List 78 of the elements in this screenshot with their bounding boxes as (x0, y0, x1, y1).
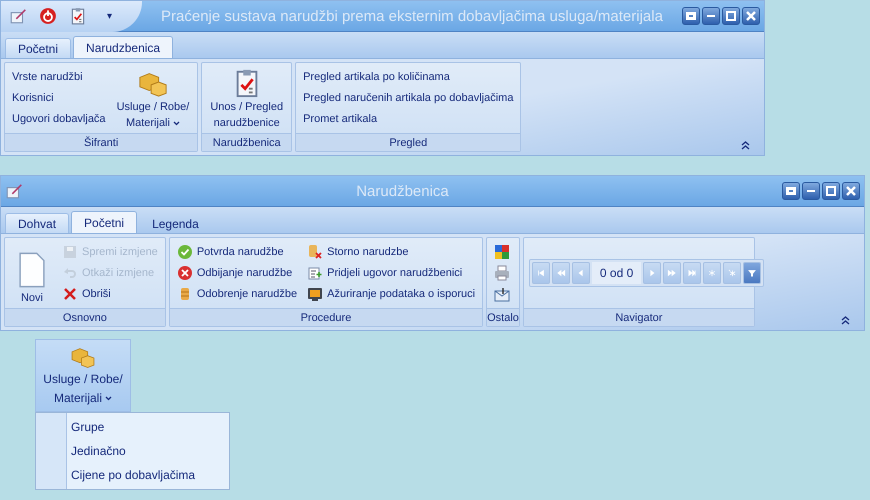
menu-item[interactable]: Jedinačno (36, 439, 229, 463)
group-label: Pregled (296, 133, 520, 151)
ribbon-tab[interactable]: Početni (5, 38, 72, 58)
last-icon (687, 268, 698, 278)
window-control-button[interactable] (702, 7, 720, 25)
pencil-document-icon (9, 7, 27, 25)
ribbon-item[interactable]: Storno narudzbe (305, 244, 478, 260)
ribbon-item[interactable]: Odobrenje narudžbe (174, 286, 300, 302)
maximize-icon (726, 11, 736, 21)
ribbon-tab[interactable]: Legenda (139, 213, 212, 233)
clipboard-icon (69, 7, 87, 25)
ribbon-large-button[interactable]: Usluge / Robe/ Materijali (35, 339, 131, 412)
window-control-button[interactable] (842, 182, 860, 200)
group-label: Narudžbenica (202, 133, 292, 151)
ribbon-item[interactable]: Odbijanje narudžbe (174, 264, 300, 281)
window-control-button[interactable] (822, 182, 840, 200)
minimize-icon (807, 190, 815, 192)
window-title: Praćenje sustava narudžbi prema eksternim dobavljačima usluga/materijala (160, 8, 664, 24)
asterisk-icon (707, 268, 718, 278)
ribbon-tab[interactable]: Dohvat (5, 213, 70, 233)
envelope-attachment-icon (494, 286, 510, 302)
group-label: Šifranti (5, 133, 198, 151)
cancel-circle-icon (176, 264, 193, 281)
window-title: Narudžbenica (355, 182, 450, 200)
collapse-icon[interactable] (741, 141, 750, 150)
window-control-button[interactable] (782, 182, 800, 200)
ribbon-icon-button[interactable] (492, 286, 512, 302)
menu-item[interactable]: Cijene po dobavljačima (36, 463, 229, 487)
collapse-icon[interactable] (841, 316, 850, 325)
ribbon-item[interactable]: Pridjeli ugovor narudžbenici (305, 264, 478, 281)
ribbon-item[interactable]: Ažuriranje podataka o isporuci (305, 286, 478, 302)
delete-icon (62, 286, 78, 302)
asterisk-edit-icon (727, 268, 738, 278)
check-circle-icon (176, 244, 193, 260)
first-icon (536, 268, 546, 278)
ribbon-tab[interactable]: Početni (71, 211, 138, 233)
ribbon-tab[interactable]: Narudzbenica (73, 36, 174, 58)
fast-forward-icon (667, 268, 678, 278)
window-control-button[interactable] (682, 7, 700, 25)
caret-icon (105, 396, 112, 401)
window-control-button[interactable] (722, 7, 740, 25)
ribbon-item[interactable]: Vrste narudžbi (10, 70, 108, 83)
window-control-button[interactable] (742, 7, 760, 25)
group-label: Procedure (170, 308, 482, 326)
printer-icon (494, 264, 510, 281)
ribbon-large-button[interactable]: Novi (10, 241, 54, 305)
customize-caret[interactable]: ▾ (107, 10, 112, 22)
pencil-document-icon (5, 182, 23, 200)
ribbon-item[interactable]: Korisnici (10, 92, 108, 104)
group-label: Navigator (524, 308, 754, 326)
database-delete-icon (307, 244, 324, 260)
window-control-button[interactable] (802, 182, 820, 200)
close-icon (846, 186, 856, 196)
monitor-icon (307, 286, 324, 302)
minimize-icon (707, 15, 715, 17)
ribbon-item[interactable]: Pregled naručenih artikala po dobavljačima (301, 92, 516, 104)
ribbon-item[interactable]: Promet artikala (301, 113, 516, 126)
ribbon-large-button[interactable]: Usluge / Robe/ Materijali (114, 66, 192, 130)
maximize-icon (826, 186, 836, 196)
group-label: Osnovno (5, 308, 165, 326)
restore-icon (686, 12, 696, 20)
power-icon (39, 7, 57, 25)
navigator-button[interactable] (743, 262, 762, 284)
close-icon (746, 11, 756, 21)
ribbon-item[interactable]: Ugovori dobavljača (10, 113, 108, 126)
ribbon-item[interactable]: Pregled artikala po količinama (301, 70, 516, 83)
color-squares-icon (494, 244, 510, 260)
group-label: Ostalo (487, 308, 519, 326)
ribbon-large-button[interactable]: Unos / Pregled narudžbenice (207, 66, 286, 130)
rewind-icon (556, 268, 566, 278)
record-position: 0 od 0 (592, 262, 642, 284)
restore-icon (786, 187, 796, 195)
filter-icon (747, 268, 758, 278)
document-add-icon (307, 264, 324, 281)
caret-icon (172, 120, 180, 126)
menu-item[interactable]: Grupe (36, 415, 229, 439)
ribbon-item[interactable]: Potvrda narudžbe (174, 244, 300, 260)
ribbon-item[interactable]: Obriši (60, 286, 160, 302)
